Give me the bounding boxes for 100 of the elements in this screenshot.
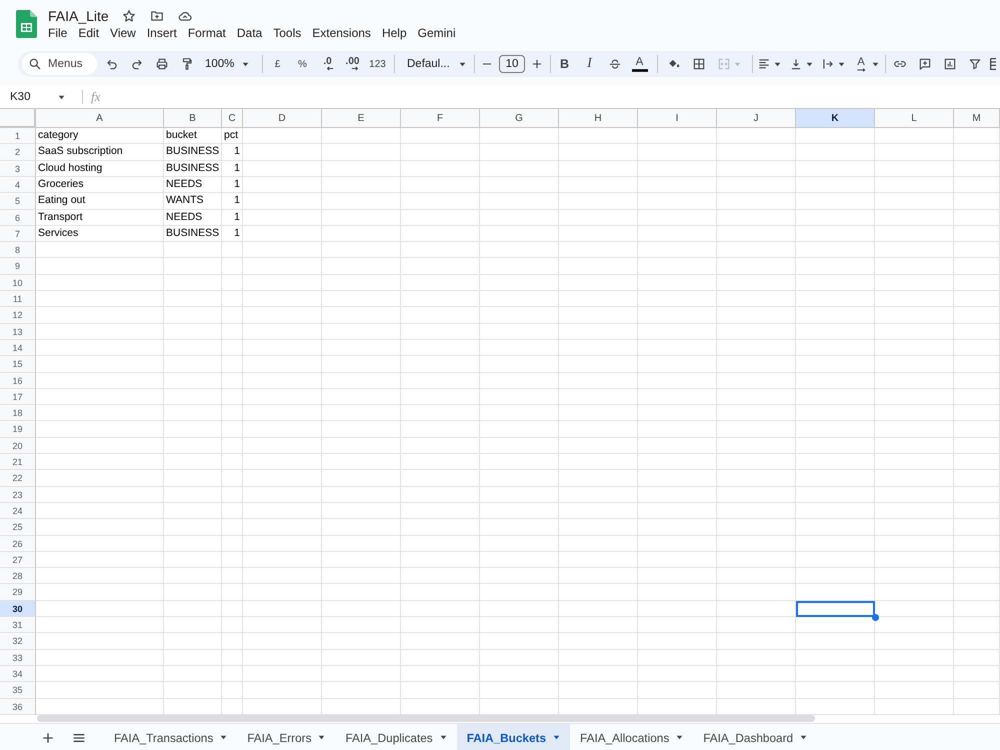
align-bottom-icon[interactable] <box>789 57 803 71</box>
column-header[interactable]: A <box>36 109 164 128</box>
number-format-button[interactable]: 123 <box>365 52 390 76</box>
align-left-icon[interactable] <box>757 57 771 71</box>
search-field[interactable]: Menus <box>22 53 97 75</box>
row-number[interactable]: 1 <box>0 128 36 144</box>
row-number[interactable]: 18 <box>0 405 36 421</box>
menu-item[interactable]: View <box>110 26 136 40</box>
column-header[interactable]: F <box>401 109 480 128</box>
sheet-tab[interactable]: FAIA_Errors <box>237 724 336 750</box>
column-header[interactable]: G <box>480 109 559 128</box>
sheet-tab[interactable]: FAIA_Transactions <box>104 724 238 750</box>
row-number[interactable]: 28 <box>0 568 36 584</box>
column-header[interactable]: L <box>875 109 954 128</box>
text-rotation-dropdown[interactable]: A <box>851 52 883 76</box>
menu-item[interactable]: Format <box>188 26 226 40</box>
column-header[interactable]: M <box>954 109 1000 128</box>
row-number[interactable]: 15 <box>0 356 36 373</box>
app-logo-icon[interactable] <box>16 10 37 38</box>
menu-item[interactable]: Help <box>382 26 407 40</box>
row-number[interactable]: 3 <box>0 161 36 177</box>
column-header[interactable]: I <box>638 109 717 128</box>
row-number[interactable]: 17 <box>0 389 36 405</box>
folder-icon[interactable] <box>150 9 164 23</box>
filter-icon[interactable] <box>968 57 982 71</box>
name-box[interactable]: K30 <box>0 87 73 107</box>
plus-icon[interactable] <box>530 57 544 71</box>
fill-handle[interactable] <box>872 614 879 621</box>
row-number[interactable]: 36 <box>0 699 36 715</box>
row-number[interactable]: 22 <box>0 470 36 487</box>
row-number[interactable]: 34 <box>0 666 36 682</box>
menu-item[interactable]: File <box>48 26 68 40</box>
row-number[interactable]: 9 <box>0 258 36 275</box>
bold-button[interactable]: B <box>552 52 577 76</box>
number-format-button[interactable]: % <box>290 52 315 76</box>
row-number[interactable]: 12 <box>0 307 36 324</box>
menu-item[interactable]: Gemini <box>418 26 456 40</box>
text-color-button[interactable]: A <box>627 52 652 76</box>
row-number[interactable]: 13 <box>0 324 36 340</box>
paint-bucket-icon[interactable] <box>666 57 680 71</box>
column-header[interactable]: H <box>559 109 638 128</box>
increase-decimal-button[interactable]: .00 <box>340 52 365 76</box>
menu-item[interactable]: Tools <box>273 26 302 40</box>
borders-icon[interactable] <box>692 57 706 71</box>
column-header[interactable]: J <box>717 109 796 128</box>
star-icon[interactable] <box>122 9 136 23</box>
print-icon[interactable] <box>154 57 168 71</box>
chart-icon[interactable] <box>942 57 956 71</box>
row-number[interactable]: 4 <box>0 177 36 193</box>
row-number[interactable]: 7 <box>0 226 36 242</box>
column-header[interactable]: B <box>164 109 222 128</box>
row-number[interactable]: 35 <box>0 682 36 699</box>
row-number[interactable]: 24 <box>0 503 36 519</box>
column-header[interactable]: C <box>222 109 243 128</box>
row-number[interactable]: 10 <box>0 275 36 291</box>
row-number[interactable]: 32 <box>0 633 36 650</box>
row-number[interactable]: 25 <box>0 519 36 536</box>
number-format-button[interactable]: £ <box>265 52 290 76</box>
row-number[interactable]: 19 <box>0 421 36 438</box>
zoom-dropdown[interactable]: 100% <box>199 52 259 76</box>
row-number[interactable]: 30 <box>0 601 36 617</box>
menu-item[interactable]: Data <box>236 26 262 40</box>
row-number[interactable]: 20 <box>0 438 36 454</box>
row-number[interactable]: 16 <box>0 373 36 389</box>
decrease-decimal-button[interactable]: .0 <box>315 52 340 76</box>
row-number[interactable]: 6 <box>0 210 36 226</box>
row-number[interactable]: 8 <box>0 242 36 258</box>
row-number[interactable]: 29 <box>0 584 36 601</box>
strikethrough-icon[interactable] <box>608 57 622 71</box>
column-header[interactable]: D <box>243 109 322 128</box>
font-dropdown[interactable]: Defaul... <box>399 52 474 76</box>
menu-item[interactable]: Extensions <box>312 26 371 40</box>
font-size-field[interactable]: 10 <box>499 55 525 73</box>
sheet-tab[interactable]: FAIA_Dashboard <box>693 724 818 750</box>
redo-icon[interactable] <box>130 57 144 71</box>
column-header[interactable]: E <box>322 109 401 128</box>
row-number[interactable]: 21 <box>0 454 36 470</box>
row-number[interactable]: 2 <box>0 144 36 161</box>
row-number[interactable]: 26 <box>0 536 36 552</box>
menu-item[interactable]: Edit <box>78 26 100 40</box>
scrollbar-thumb[interactable] <box>37 715 815 722</box>
add-comment-icon[interactable] <box>918 57 932 71</box>
row-number[interactable]: 23 <box>0 487 36 503</box>
text-wrap-icon[interactable] <box>821 57 835 71</box>
row-number[interactable]: 27 <box>0 552 36 568</box>
row-number[interactable]: 11 <box>0 291 36 307</box>
row-number[interactable]: 33 <box>0 650 36 666</box>
sheet-tab[interactable]: FAIA_Duplicates <box>335 724 457 750</box>
row-number[interactable]: 14 <box>0 340 36 356</box>
sheet-tab[interactable]: FAIA_Allocations <box>570 724 694 750</box>
undo-icon[interactable] <box>104 57 118 71</box>
cloud-icon[interactable] <box>178 9 192 23</box>
menu-item[interactable]: Insert <box>146 26 177 40</box>
row-number[interactable]: 31 <box>0 617 36 633</box>
sheet-tab[interactable]: FAIA_Buckets <box>456 724 570 750</box>
column-header[interactable]: K <box>796 109 875 128</box>
document-title[interactable]: FAIA_Lite <box>48 8 109 24</box>
row-number[interactable]: 5 <box>0 193 36 210</box>
table-icon[interactable] <box>987 56 997 72</box>
italic-button[interactable]: I <box>577 52 602 76</box>
